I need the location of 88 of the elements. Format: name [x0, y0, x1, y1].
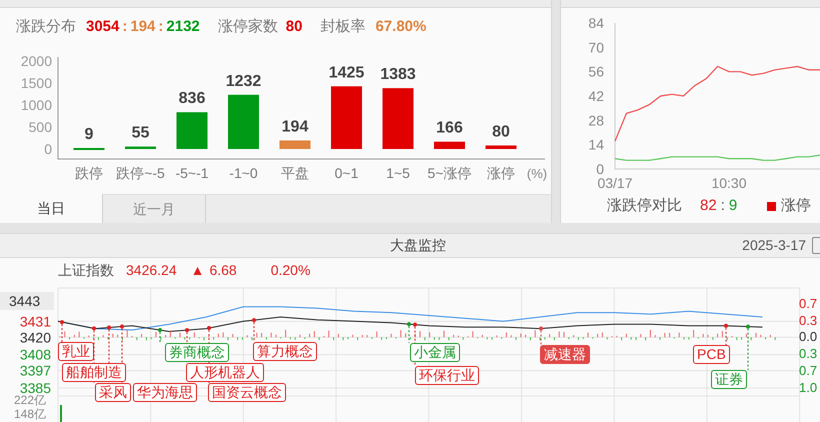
tab[interactable]: 当日 — [0, 194, 103, 223]
cursor-price-label: 3443 — [0, 292, 54, 310]
bar-value-label: 1425 — [328, 64, 364, 82]
legend-swatch-icon — [767, 202, 776, 210]
stat-label: 涨停家数 — [218, 17, 278, 38]
leader-line — [408, 326, 410, 344]
axis-tick-label: 0.0 — [799, 329, 818, 344]
axis-tick-label: 0.3 — [799, 312, 818, 328]
axis-tick-label: 1000 — [20, 97, 52, 113]
axis-tick-label: 28 — [588, 112, 604, 128]
axis-tick-label: 03/17 — [597, 175, 633, 191]
bar-value-label: 836 — [178, 90, 206, 108]
menu-icon[interactable] — [812, 237, 820, 254]
chart-annotation-tag: 减速器 — [540, 345, 590, 364]
bar-value-label: 1383 — [380, 66, 416, 84]
axis-tick-label: 0 — [44, 141, 52, 157]
legend-value: 9 — [728, 196, 738, 216]
axis-tick-label: 1500 — [20, 75, 52, 91]
axis-tick-label: 0.3 — [799, 346, 818, 362]
axis-tick-label: 56 — [588, 64, 604, 80]
chart-annotation-tag: 华为海思 — [133, 383, 197, 402]
stat-value: 67.80% — [375, 17, 426, 38]
stat-value: 2132 — [166, 17, 200, 38]
legend-label: 涨跌停对比 — [607, 196, 682, 216]
axis-tick-label: 3397 — [20, 362, 51, 379]
axis-tick-label: 3431 — [20, 313, 51, 330]
index-change: 6.68 — [209, 261, 237, 280]
axis-tick-label: 0 — [596, 161, 604, 177]
date-label: 2025-3-17 — [742, 236, 806, 255]
axis-unit-label: (%) — [526, 166, 548, 181]
axis-tick-label: 148亿 — [14, 407, 46, 421]
chart-annotation-tag: 船舶制造 — [62, 363, 126, 382]
leader-line — [540, 330, 542, 346]
legend-value: 82 — [700, 196, 717, 216]
axis-tick-label: 2000 — [20, 53, 52, 69]
category-label: 平盘 — [281, 165, 309, 181]
chart-annotation-tag: 人形机器人 — [186, 363, 264, 382]
bar-value-label: 166 — [436, 120, 463, 137]
stat-label: 封板率 — [320, 17, 366, 38]
axis-tick-label: 3408 — [20, 346, 51, 363]
stat-value: 194 — [130, 17, 156, 38]
chart-annotation-tag: 券商概念 — [165, 343, 229, 362]
bar-value-label: 55 — [132, 124, 150, 142]
stat-separator: : — [122, 17, 128, 38]
axis-tick-label: 222亿 — [14, 393, 46, 407]
axis-tick-label: 70 — [588, 39, 604, 56]
chart-annotation-tag: 采风 — [95, 383, 131, 402]
axis-tick-label: 10:30 — [711, 175, 747, 191]
chart-annotation-tag: 国资云概念 — [208, 383, 286, 402]
stat-label: 涨跌分布 — [16, 17, 76, 38]
stat-separator: : — [158, 17, 164, 38]
bar-value-label: 9 — [84, 126, 94, 143]
category-label: 跌停 — [75, 165, 103, 181]
axis-tick-label: 3420 — [20, 329, 51, 346]
stat-value: 80 — [286, 17, 302, 38]
stat-value: 3054 — [86, 17, 120, 38]
category-label: -1~0 — [229, 165, 258, 181]
category-label: -5~-1 — [175, 165, 209, 181]
chart-annotation-tag: 证券 — [711, 370, 747, 389]
category-label: 0~1 — [334, 165, 358, 181]
axis-tick-label: 500 — [28, 119, 52, 135]
axis-tick-label: 0.7 — [799, 362, 818, 378]
legend-label: 涨停 — [781, 196, 812, 216]
chart-annotation-tag: 算力概念 — [253, 342, 317, 361]
panel-title: 大盘监控 — [390, 236, 446, 255]
chart-annotation-tag: PCB — [693, 345, 730, 364]
category-label: 1~5 — [386, 165, 410, 181]
axis-tick-label: 84 — [588, 15, 604, 31]
leader-line — [108, 329, 110, 364]
legend-separator: : — [720, 196, 725, 216]
chart-annotation-tag: 乳业 — [58, 342, 94, 361]
index-value: 3426.24 — [126, 261, 177, 280]
axis-tick-label: 42 — [588, 88, 604, 104]
chart-annotation-tag: 小金属 — [410, 343, 460, 362]
category-label: 涨停 — [487, 165, 515, 181]
category-label: 跌停~-5 — [116, 165, 165, 181]
bar-value-label: 1232 — [226, 72, 262, 90]
bar-value-label: 194 — [282, 118, 308, 136]
category-label: 5~涨停 — [428, 165, 472, 181]
bar-value-label: 80 — [492, 123, 510, 140]
axis-tick-label: 3385 — [20, 380, 51, 396]
axis-tick-label: 14 — [588, 136, 604, 153]
index-name: 上证指数 — [58, 261, 114, 280]
index-change-percent: 0.20% — [270, 261, 310, 280]
axis-tick-label: 1.0 — [799, 380, 818, 394]
chart-annotation-tag: 环保行业 — [415, 366, 479, 385]
axis-tick-label: 0.7 — [799, 296, 818, 311]
up-arrow-icon: ▲ — [190, 260, 204, 281]
